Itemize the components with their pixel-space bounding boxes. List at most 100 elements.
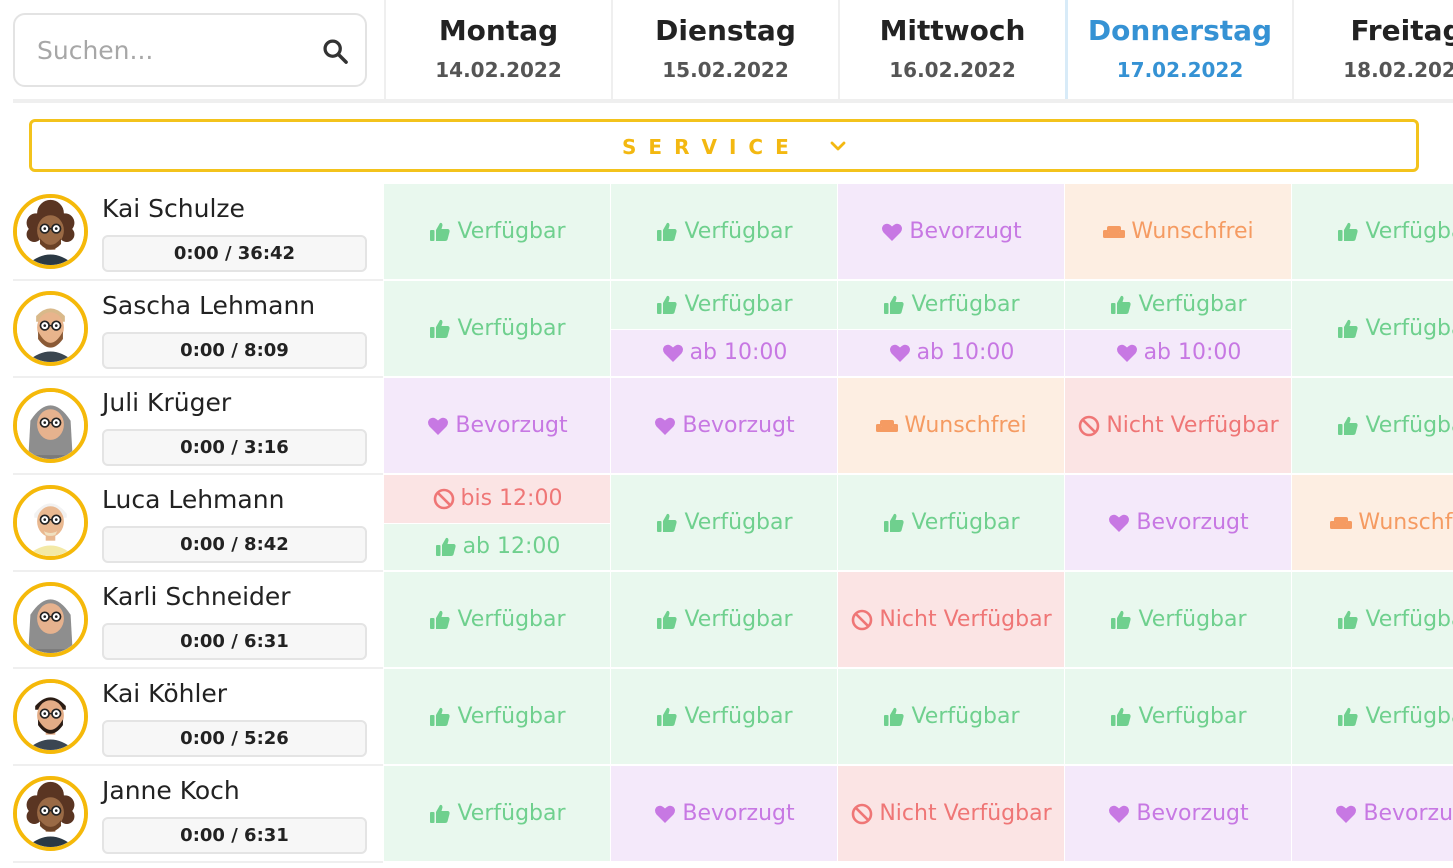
availability-cell[interactable]: Bevorzugt [838,184,1064,279]
availability-cell[interactable]: Verfügbar [611,281,837,329]
thumbs-up-icon [884,513,905,532]
availability-cell[interactable]: Bevorzugt [1292,766,1453,861]
availability-label: Verfügbar [1365,219,1453,244]
availability-cell[interactable]: Wunschfrei [838,378,1064,473]
heart-icon [1109,514,1130,532]
section-toggle-service[interactable]: SERVICE [29,119,1419,172]
availability-cell[interactable]: Wunschfrei [1292,475,1453,570]
availability-cell[interactable]: Verfügbar [611,669,837,764]
employee-name: Kai Schulze [102,194,245,223]
search-input[interactable] [37,15,307,85]
availability-label: Verfügbar [684,607,793,632]
availability-cell[interactable]: Verfügbar [1292,184,1453,279]
availability-label: Wunschfrei [1131,219,1254,244]
availability-cell[interactable]: Bevorzugt [1065,475,1291,570]
availability-label: Bevorzugt [682,413,795,438]
employee-row[interactable]: Karli Schneider 0:00 / 6:31 [13,572,383,669]
availability-cell[interactable]: Wunschfrei [1065,184,1291,279]
availability-label: Bevorzugt [455,413,568,438]
availability-label: Verfügbar [1138,704,1247,729]
availability-cell[interactable]: Verfügbar [1292,281,1453,376]
availability-cell[interactable]: bis 12:00 [384,475,610,523]
day-header-5[interactable]: Freitag 18.02.2022 [1292,0,1453,100]
day-header-3[interactable]: Mittwoch 16.02.2022 [838,0,1065,100]
availability-cell[interactable]: Verfügbar [1065,669,1291,764]
avatar-headscarf [13,582,88,657]
employee-row[interactable]: Luca Lehmann 0:00 / 8:42 [13,475,383,572]
day-date: 18.02.2022 [1343,58,1453,82]
hours-badge: 0:00 / 6:31 [102,817,367,854]
availability-cell[interactable]: Verfügbar [384,669,610,764]
availability-label: Bevorzugt [1363,801,1453,826]
availability-cell[interactable]: Bevorzugt [1065,766,1291,861]
employee-row[interactable]: Kai Köhler 0:00 / 5:26 [13,669,383,766]
availability-label: Verfügbar [1365,704,1453,729]
hours-badge: 0:00 / 36:42 [102,235,367,272]
thumbs-up-icon [1338,319,1359,338]
availability-cell[interactable]: Verfügbar [384,572,610,667]
availability-cell[interactable]: Nicht Verfügbar [838,766,1064,861]
thumbs-up-icon [430,804,451,823]
day-name: Mittwoch [879,14,1026,47]
availability-label: Bevorzugt [909,219,1022,244]
availability-label: ab 10:00 [689,340,788,366]
header-divider [13,99,1453,103]
availability-label: Verfügbar [457,219,566,244]
day-name: Dienstag [655,14,796,47]
day-header-1[interactable]: Montag 14.02.2022 [384,0,611,100]
availability-cell[interactable]: Verfügbar [384,281,610,376]
availability-label: ab 10:00 [916,340,1015,366]
availability-cell[interactable]: ab 10:00 [838,329,1064,376]
search-icon[interactable] [321,37,349,65]
day-header-2[interactable]: Dienstag 15.02.2022 [611,0,838,100]
availability-cell[interactable]: Bevorzugt [611,378,837,473]
search-box[interactable] [13,13,367,87]
availability-cell[interactable]: Verfügbar [611,475,837,570]
day-date: 14.02.2022 [435,58,562,82]
availability-cell[interactable]: ab 12:00 [384,523,610,570]
availability-cell[interactable]: Bevorzugt [611,766,837,861]
availability-label: Verfügbar [684,704,793,729]
employee-name: Karli Schneider [102,582,291,611]
thumbs-up-icon [1338,610,1359,629]
availability-label: bis 12:00 [460,486,563,512]
availability-cell[interactable]: Verfügbar [1065,281,1291,329]
availability-cell[interactable]: Nicht Verfügbar [838,572,1064,667]
employee-row[interactable]: Sascha Lehmann 0:00 / 8:09 [13,281,383,378]
sofa-icon [1330,516,1353,529]
thumbs-up-icon [657,610,678,629]
availability-cell[interactable]: ab 10:00 [611,329,837,376]
availability-cell[interactable]: Bevorzugt [384,378,610,473]
thumbs-up-icon [430,222,451,241]
availability-label: Verfügbar [911,292,1020,318]
availability-label: ab 10:00 [1143,340,1242,366]
employee-name: Luca Lehmann [102,485,285,514]
employee-row[interactable]: Janne Koch 0:00 / 6:31 [13,766,383,863]
availability-label: Nicht Verfügbar [1106,413,1279,438]
day-date: 15.02.2022 [662,58,789,82]
employee-row[interactable]: Kai Schulze 0:00 / 36:42 [13,184,383,281]
availability-cell[interactable]: Verfügbar [384,184,610,279]
availability-cell[interactable]: Verfügbar [1292,669,1453,764]
availability-grid: Verfügbar Verfügbar Bevorzugt Wunschfrei Ver… [384,184,1453,868]
employee-name: Kai Köhler [102,679,228,708]
availability-label: Wunschfrei [904,413,1027,438]
availability-cell[interactable]: ab 10:00 [1065,329,1291,376]
day-header-4[interactable]: Donnerstag 17.02.2022 [1065,0,1292,100]
prohibited-icon [1079,415,1100,436]
availability-cell[interactable]: Verfügbar [1065,572,1291,667]
employee-row[interactable]: Juli Krüger 0:00 / 3:16 [13,378,383,475]
availability-cell[interactable]: Nicht Verfügbar [1065,378,1291,473]
availability-cell[interactable]: Verfügbar [611,572,837,667]
availability-cell[interactable]: Verfügbar [1292,572,1453,667]
prohibited-icon [852,609,873,630]
availability-cell[interactable]: Verfügbar [611,184,837,279]
availability-cell[interactable]: Verfügbar [838,475,1064,570]
hours-badge: 0:00 / 3:16 [102,429,367,466]
availability-cell[interactable]: Verfügbar [838,669,1064,764]
day-name: Montag [438,14,559,47]
thumbs-up-icon [1111,707,1132,726]
availability-cell[interactable]: Verfügbar [384,766,610,861]
availability-cell[interactable]: Verfügbar [1292,378,1453,473]
availability-cell[interactable]: Verfügbar [838,281,1064,329]
